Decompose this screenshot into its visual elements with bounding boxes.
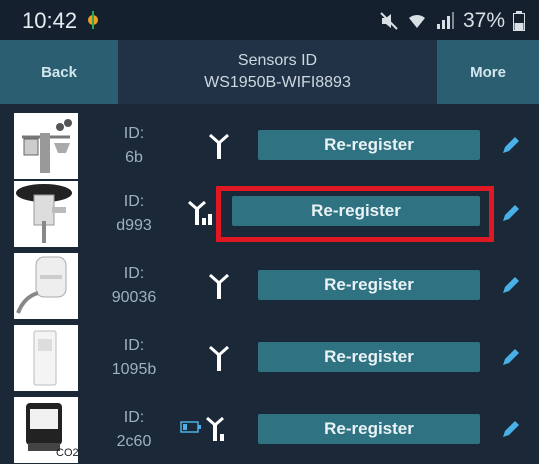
- re-register-button[interactable]: Re-register: [258, 130, 480, 160]
- signal-strength-icon: [209, 133, 229, 159]
- sensor-id-value: 1095b: [111, 361, 157, 378]
- sensor-thumbnail: [14, 113, 78, 179]
- mute-icon: [380, 12, 398, 30]
- signal-strength-icon: [209, 273, 229, 299]
- re-register-button[interactable]: Re-register: [258, 342, 480, 372]
- edit-icon[interactable]: [500, 202, 522, 224]
- sensor-id-label: ID:: [123, 409, 145, 426]
- sensor-id-value: 90036: [111, 289, 157, 306]
- signal-strength-icon: [209, 345, 229, 371]
- battery-percentage: 37%: [462, 9, 505, 32]
- re-register-button[interactable]: Re-register: [258, 414, 480, 444]
- sensor-id-label: ID:: [123, 193, 145, 210]
- title-line-2: WS1950B-WIFI8893: [204, 74, 351, 91]
- sensor-id-value: 2c60: [116, 433, 152, 450]
- back-button[interactable]: Back: [0, 40, 118, 104]
- sensor-thumbnail: [14, 253, 78, 319]
- re-register-button[interactable]: Re-register: [232, 196, 480, 226]
- sensor-thumbnail: [14, 325, 78, 391]
- edit-icon[interactable]: [500, 274, 522, 296]
- notification-icon: [88, 11, 98, 29]
- page-title: Sensors ID WS1950B-WIFI8893: [118, 40, 437, 104]
- sensor-row: ID: 6b Re-register: [0, 112, 539, 180]
- sensor-thumbnail: CO2: [14, 397, 78, 463]
- sensor-id-label: ID:: [123, 337, 145, 354]
- sensor-id-value: d993: [116, 217, 152, 234]
- header-bar: Back Sensors ID WS1950B-WIFI8893 More: [0, 40, 539, 104]
- status-bar: 10:42 37%: [0, 0, 539, 40]
- sensor-row: CO2 ID: 2c60 Re-register: [0, 396, 539, 464]
- sensor-id-label: ID:: [123, 125, 145, 142]
- wifi-icon: [408, 14, 425, 28]
- edit-icon[interactable]: [500, 346, 522, 368]
- signal-icon: [436, 12, 454, 29]
- re-register-button[interactable]: Re-register: [258, 270, 480, 300]
- sensor-row: ID: 1095b Re-register: [0, 324, 539, 392]
- sensor-row: ID: 90036 Re-register: [0, 252, 539, 320]
- thumbnail-label: CO2: [56, 447, 78, 459]
- sensor-row: ID: d993 Re-register: [0, 180, 539, 248]
- battery-icon: [513, 11, 525, 31]
- signal-weak-icon: [206, 416, 224, 441]
- more-button[interactable]: More: [437, 40, 539, 104]
- status-icons: 37%: [379, 9, 525, 33]
- status-time: 10:42: [22, 8, 78, 33]
- sensor-id-label: ID:: [123, 265, 145, 282]
- edit-icon[interactable]: [500, 134, 522, 156]
- sensor-id-value: 6b: [125, 149, 143, 166]
- signal-weak-icon: [188, 200, 212, 225]
- battery-low-icon: [180, 421, 201, 433]
- title-line-1: Sensors ID: [237, 52, 318, 69]
- sensor-thumbnail: [14, 181, 78, 247]
- edit-icon[interactable]: [500, 418, 522, 440]
